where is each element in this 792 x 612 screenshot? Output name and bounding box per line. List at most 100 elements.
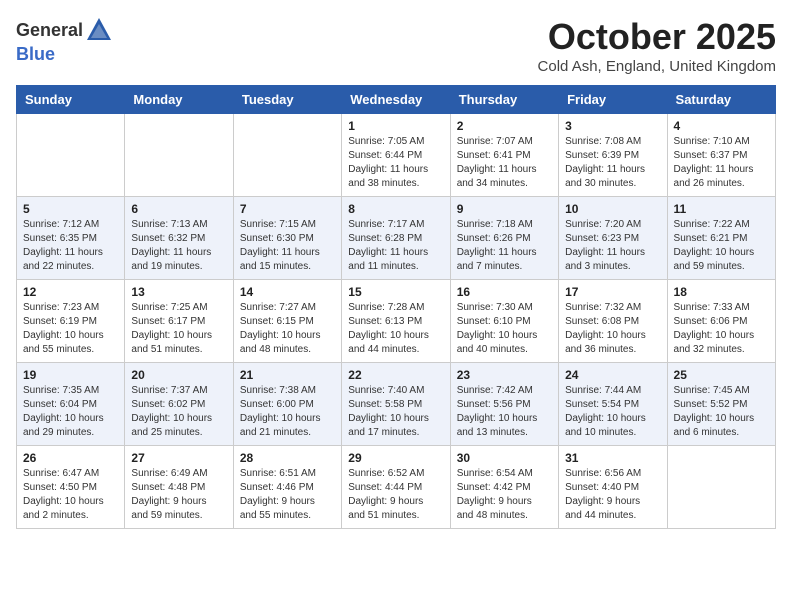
calendar-cell	[17, 114, 125, 197]
calendar-cell: 4 Sunrise: 7:10 AM Sunset: 6:37 PM Daylig…	[667, 114, 775, 197]
calendar-cell: 23 Sunrise: 7:42 AM Sunset: 5:56 PM Dayli…	[450, 363, 558, 446]
weekday-header: Thursday	[450, 86, 558, 114]
day-info: Sunrise: 7:42 AM Sunset: 5:56 PM Dayligh…	[457, 384, 552, 440]
calendar-cell: 13Sunrise: 7:25 AM Sunset: 6:17 PM Dayli…	[125, 280, 233, 363]
day-number: 6	[131, 202, 226, 216]
day-number: 25	[674, 368, 769, 382]
calendar-cell: 28Sunrise: 6:51 AM Sunset: 4:46 PM Dayli…	[233, 446, 341, 529]
calendar-cell: 10Sunrise: 7:20 AM Sunset: 6:23 PM Dayli…	[559, 197, 667, 280]
calendar-table: SundayMondayTuesdayWednesdayThursdayFrid…	[16, 85, 776, 529]
day-info: Sunrise: 7:23 AM Sunset: 6:19 PM Dayligh…	[23, 301, 118, 357]
day-info: Sunrise: 7:25 AM Sunset: 6:17 PM Dayligh…	[131, 301, 226, 357]
day-info: Sunrise: 7:07 AM Sunset: 6:41 PM Dayligh…	[457, 135, 552, 191]
calendar-cell: 30Sunrise: 6:54 AM Sunset: 4:42 PM Dayli…	[450, 446, 558, 529]
day-number: 29	[348, 451, 443, 465]
logo-blue: Blue	[16, 44, 55, 64]
calendar-cell: 24 Sunrise: 7:44 AM Sunset: 5:54 PM Dayli…	[559, 363, 667, 446]
calendar-cell: 1 Sunrise: 7:05 AM Sunset: 6:44 PM Daylig…	[342, 114, 450, 197]
day-number: 22	[348, 368, 443, 382]
day-number: 21	[240, 368, 335, 382]
day-number: 5	[23, 202, 118, 216]
calendar-cell: 26 Sunrise: 6:47 AM Sunset: 4:50 PM Dayli…	[17, 446, 125, 529]
logo: General Blue	[16, 16, 113, 65]
day-number: 12	[23, 285, 118, 299]
calendar-cell: 25 Sunrise: 7:45 AM Sunset: 5:52 PM Dayli…	[667, 363, 775, 446]
weekday-header: Monday	[125, 86, 233, 114]
day-info: Sunrise: 7:28 AM Sunset: 6:13 PM Dayligh…	[348, 301, 443, 357]
calendar-week-row: 26 Sunrise: 6:47 AM Sunset: 4:50 PM Dayli…	[17, 446, 776, 529]
day-number: 23	[457, 368, 552, 382]
calendar-cell: 14 Sunrise: 7:27 AM Sunset: 6:15 PM Dayli…	[233, 280, 341, 363]
day-info: Sunrise: 7:38 AM Sunset: 6:00 PM Dayligh…	[240, 384, 335, 440]
weekday-header: Tuesday	[233, 86, 341, 114]
day-number: 17	[565, 285, 660, 299]
day-info: Sunrise: 7:17 AM Sunset: 6:28 PM Dayligh…	[348, 218, 443, 274]
day-number: 24	[565, 368, 660, 382]
calendar-cell: 18Sunrise: 7:33 AM Sunset: 6:06 PM Dayli…	[667, 280, 775, 363]
calendar-cell: 20Sunrise: 7:37 AM Sunset: 6:02 PM Dayli…	[125, 363, 233, 446]
calendar-cell: 17 Sunrise: 7:32 AM Sunset: 6:08 PM Dayli…	[559, 280, 667, 363]
day-number: 7	[240, 202, 335, 216]
calendar-cell	[233, 114, 341, 197]
calendar-cell: 29 Sunrise: 6:52 AM Sunset: 4:44 PM Dayli…	[342, 446, 450, 529]
calendar-week-row: 5 Sunrise: 7:12 AM Sunset: 6:35 PM Daylig…	[17, 197, 776, 280]
day-info: Sunrise: 7:10 AM Sunset: 6:37 PM Dayligh…	[674, 135, 769, 191]
day-info: Sunrise: 7:22 AM Sunset: 6:21 PM Dayligh…	[674, 218, 769, 274]
day-number: 26	[23, 451, 118, 465]
day-info: Sunrise: 7:32 AM Sunset: 6:08 PM Dayligh…	[565, 301, 660, 357]
calendar-cell: 22 Sunrise: 7:40 AM Sunset: 5:58 PM Dayli…	[342, 363, 450, 446]
day-info: Sunrise: 7:08 AM Sunset: 6:39 PM Dayligh…	[565, 135, 660, 191]
day-info: Sunrise: 7:45 AM Sunset: 5:52 PM Dayligh…	[674, 384, 769, 440]
calendar-cell	[667, 446, 775, 529]
day-number: 9	[457, 202, 552, 216]
logo-icon	[85, 16, 113, 44]
day-info: Sunrise: 7:27 AM Sunset: 6:15 PM Dayligh…	[240, 301, 335, 357]
day-number: 3	[565, 119, 660, 133]
calendar-week-row: 19Sunrise: 7:35 AM Sunset: 6:04 PM Dayli…	[17, 363, 776, 446]
calendar-cell: 12 Sunrise: 7:23 AM Sunset: 6:19 PM Dayli…	[17, 280, 125, 363]
day-info: Sunrise: 7:30 AM Sunset: 6:10 PM Dayligh…	[457, 301, 552, 357]
day-info: Sunrise: 6:47 AM Sunset: 4:50 PM Dayligh…	[23, 467, 118, 523]
day-info: Sunrise: 7:12 AM Sunset: 6:35 PM Dayligh…	[23, 218, 118, 274]
calendar-cell: 15 Sunrise: 7:28 AM Sunset: 6:13 PM Dayli…	[342, 280, 450, 363]
day-info: Sunrise: 7:44 AM Sunset: 5:54 PM Dayligh…	[565, 384, 660, 440]
day-info: Sunrise: 7:37 AM Sunset: 6:02 PM Dayligh…	[131, 384, 226, 440]
day-info: Sunrise: 7:18 AM Sunset: 6:26 PM Dayligh…	[457, 218, 552, 274]
day-number: 16	[457, 285, 552, 299]
day-number: 30	[457, 451, 552, 465]
day-number: 28	[240, 451, 335, 465]
calendar-cell	[125, 114, 233, 197]
weekday-header: Sunday	[17, 86, 125, 114]
day-number: 14	[240, 285, 335, 299]
location-title: Cold Ash, England, United Kingdom	[538, 58, 776, 75]
day-number: 15	[348, 285, 443, 299]
day-info: Sunrise: 7:05 AM Sunset: 6:44 PM Dayligh…	[348, 135, 443, 191]
page-header: General Blue October 2025 Cold Ash, Engl…	[16, 16, 776, 75]
calendar-cell: 31Sunrise: 6:56 AM Sunset: 4:40 PM Dayli…	[559, 446, 667, 529]
day-number: 11	[674, 202, 769, 216]
title-block: October 2025 Cold Ash, England, United K…	[538, 16, 776, 75]
day-number: 4	[674, 119, 769, 133]
weekday-header: Saturday	[667, 86, 775, 114]
day-info: Sunrise: 6:52 AM Sunset: 4:44 PM Dayligh…	[348, 467, 443, 523]
day-info: Sunrise: 7:35 AM Sunset: 6:04 PM Dayligh…	[23, 384, 118, 440]
calendar-cell: 6 Sunrise: 7:13 AM Sunset: 6:32 PM Daylig…	[125, 197, 233, 280]
calendar-cell: 21 Sunrise: 7:38 AM Sunset: 6:00 PM Dayli…	[233, 363, 341, 446]
calendar-week-row: 1 Sunrise: 7:05 AM Sunset: 6:44 PM Daylig…	[17, 114, 776, 197]
logo-general: General	[16, 20, 83, 41]
day-number: 2	[457, 119, 552, 133]
weekday-header: Friday	[559, 86, 667, 114]
day-number: 1	[348, 119, 443, 133]
calendar-cell: 27Sunrise: 6:49 AM Sunset: 4:48 PM Dayli…	[125, 446, 233, 529]
calendar-cell: 9 Sunrise: 7:18 AM Sunset: 6:26 PM Daylig…	[450, 197, 558, 280]
weekday-header: Wednesday	[342, 86, 450, 114]
day-number: 8	[348, 202, 443, 216]
calendar-cell: 8 Sunrise: 7:17 AM Sunset: 6:28 PM Daylig…	[342, 197, 450, 280]
calendar-cell: 11 Sunrise: 7:22 AM Sunset: 6:21 PM Dayli…	[667, 197, 775, 280]
day-info: Sunrise: 7:40 AM Sunset: 5:58 PM Dayligh…	[348, 384, 443, 440]
calendar-week-row: 12 Sunrise: 7:23 AM Sunset: 6:19 PM Dayli…	[17, 280, 776, 363]
month-title: October 2025	[538, 16, 776, 58]
calendar-cell: 2 Sunrise: 7:07 AM Sunset: 6:41 PM Daylig…	[450, 114, 558, 197]
day-info: Sunrise: 7:13 AM Sunset: 6:32 PM Dayligh…	[131, 218, 226, 274]
day-info: Sunrise: 7:15 AM Sunset: 6:30 PM Dayligh…	[240, 218, 335, 274]
